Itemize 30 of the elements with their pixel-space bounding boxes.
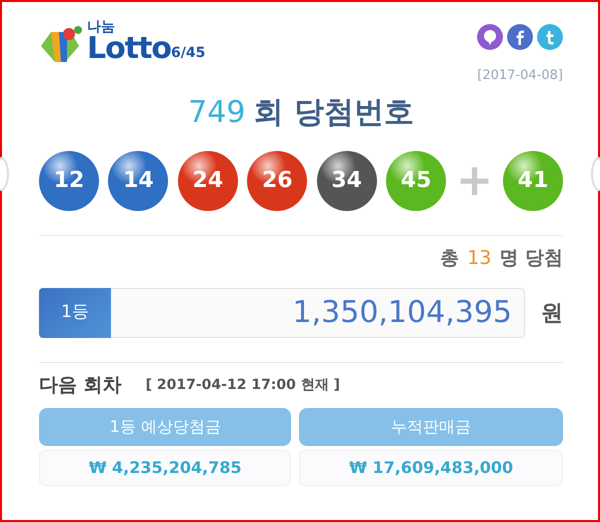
- logo-text: 나눔: [87, 20, 116, 34]
- twitter-icon[interactable]: [537, 24, 563, 50]
- logo-icon: [39, 24, 83, 64]
- next-round-date: [ 2017-04-12 17:00 현재 ]: [146, 376, 340, 395]
- number-ball: 45: [386, 150, 446, 210]
- logo-text: 6/45: [171, 44, 206, 63]
- stat-value: ₩ 17,609,483,000: [299, 450, 564, 486]
- number-ball: 14: [108, 150, 168, 210]
- next-round-label: 다음 회차: [39, 373, 122, 398]
- stat-value: ₩ 4,235,204,785: [39, 450, 292, 486]
- winners-count: 13: [467, 246, 492, 270]
- chat-icon[interactable]: [477, 24, 503, 50]
- number-ball: 26: [247, 150, 308, 210]
- logo-text: Lotto: [87, 34, 172, 64]
- draw-date: [2017-04-08]: [477, 67, 563, 85]
- number-ball: 24: [178, 150, 238, 210]
- rank-label: 1등: [39, 288, 111, 338]
- number-ball: 34: [316, 150, 377, 210]
- title-text: 회 당첨번호: [253, 94, 414, 132]
- stat-header: 누적판매금: [299, 408, 564, 446]
- round-number: 749: [188, 94, 246, 132]
- facebook-icon[interactable]: [507, 24, 533, 50]
- number-ball: 41: [502, 150, 563, 210]
- winners-text: 명 당첨: [499, 246, 563, 270]
- currency-unit: 원: [540, 300, 563, 328]
- stat-header: 1등 예상당첨금: [39, 408, 292, 446]
- winners-text: 총: [440, 246, 460, 270]
- plus-sign: +: [456, 158, 494, 202]
- prize-amount: 1,350,104,395: [111, 288, 525, 338]
- number-ball: 12: [39, 150, 99, 210]
